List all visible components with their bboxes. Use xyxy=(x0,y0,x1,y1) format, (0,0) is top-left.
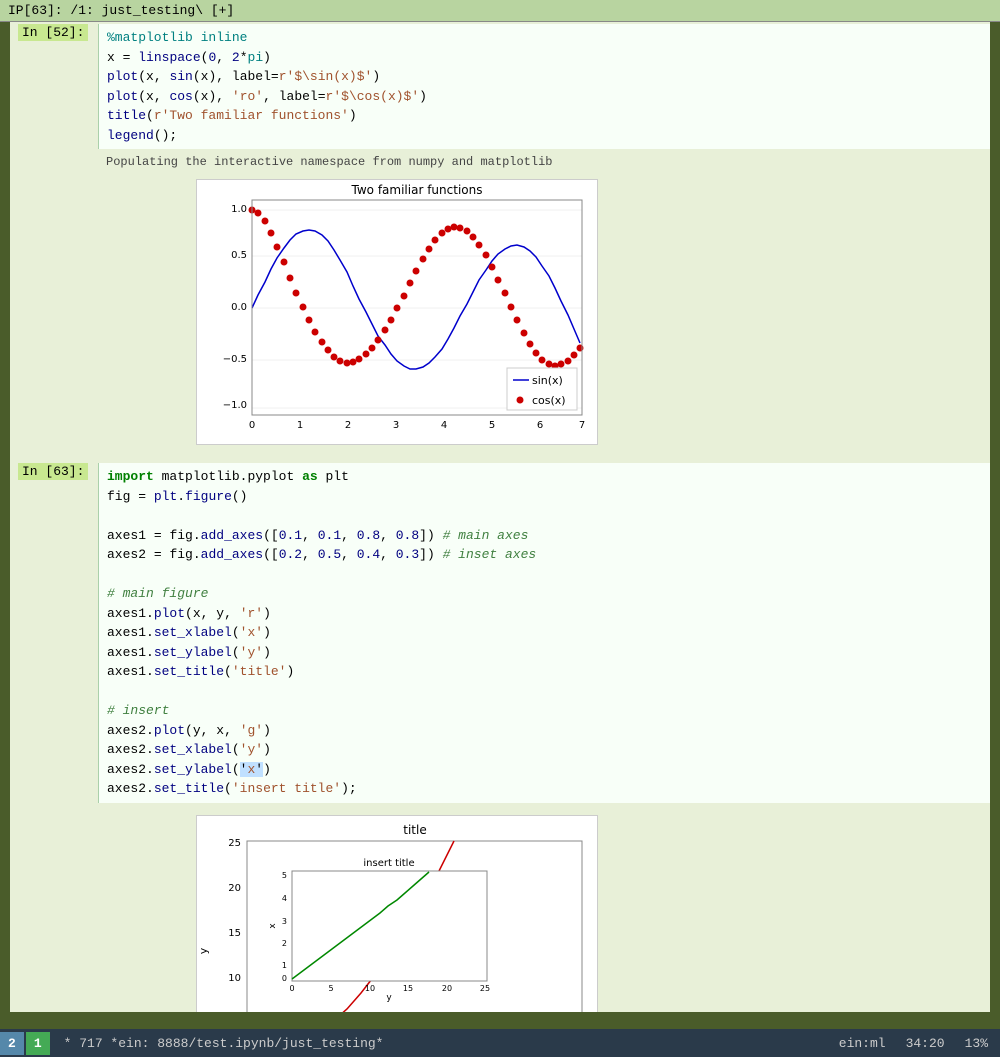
status-middle-text: * 717 *ein: 8888/test.ipynb/just_testing… xyxy=(64,1036,384,1051)
inset-y: 5 xyxy=(282,871,287,880)
code-line: # insert xyxy=(107,701,982,721)
inset-y: 3 xyxy=(282,917,287,926)
cell-52-code[interactable]: %matplotlib inline x = linspace(0, 2*pi)… xyxy=(98,24,990,149)
y-axis-label: y xyxy=(197,947,210,954)
status-middle: * 717 *ein: 8888/test.ipynb/just_testing… xyxy=(52,1036,827,1051)
code-line: %matplotlib inline xyxy=(107,28,982,48)
cell-63: In [63]: import matplotlib.pyplot as plt… xyxy=(10,461,990,1012)
code-line: legend(); xyxy=(107,126,982,146)
x-label-1: 1 xyxy=(297,420,303,431)
inset-y-label: x xyxy=(268,922,278,928)
code-line: axes2.set_xlabel('y') xyxy=(107,740,982,760)
inset-x-label: y xyxy=(386,993,392,1003)
y-label: 15 xyxy=(228,928,241,939)
code-line: # main figure xyxy=(107,584,982,604)
inset-x: 20 xyxy=(442,984,452,993)
cell-63-prompt-row: In [63]: import matplotlib.pyplot as plt… xyxy=(10,461,990,803)
code-line: import matplotlib.pyplot as plt xyxy=(107,467,982,487)
code-line: axes2.set_title('insert title'); xyxy=(107,779,982,799)
cell-52-output: Populating the interactive namespace fro… xyxy=(98,149,990,457)
notebook: In [52]: %matplotlib inline x = linspace… xyxy=(10,22,990,1012)
x-label-4: 4 xyxy=(441,420,447,431)
plot-2-title: title xyxy=(403,823,426,837)
status-bar: 2 1 * 717 *ein: 8888/test.ipynb/just_tes… xyxy=(0,1029,1000,1057)
x-label-5: 5 xyxy=(489,420,495,431)
code-line: axes2.plot(y, x, 'g') xyxy=(107,721,982,741)
code-line: axes2 = fig.add_axes([0.2, 0.5, 0.4, 0.3… xyxy=(107,545,982,565)
code-line xyxy=(107,682,982,702)
code-line: axes1 = fig.add_axes([0.1, 0.1, 0.8, 0.8… xyxy=(107,526,982,546)
status-mode: ein:ml xyxy=(839,1036,886,1051)
code-line: plot(x, sin(x), label=r'$\sin(x)$') xyxy=(107,67,982,87)
status-num-1: 2 xyxy=(0,1032,24,1055)
plot-1-container: Two familiar functions 1.0 0.5 0.0 −0.5 … xyxy=(196,179,598,445)
plot-2-container: title 25 20 15 10 5 0 0 1 2 3 4 5 xyxy=(196,815,598,1013)
title-bar: IP[63]: /1: just_testing\ [+] xyxy=(0,0,1000,22)
inset-x: 10 xyxy=(365,984,375,993)
plot-1-svg: Two familiar functions 1.0 0.5 0.0 −0.5 … xyxy=(197,180,597,440)
cell-52-prompt: In [52]: xyxy=(18,24,98,41)
status-right: ein:ml 34:20 13% xyxy=(827,1036,1000,1051)
status-percent: 13% xyxy=(965,1036,988,1051)
plot-1-title: Two familiar functions xyxy=(351,183,483,197)
code-line: x = linspace(0, 2*pi) xyxy=(107,48,982,68)
y-label-3: 0.0 xyxy=(231,302,247,313)
status-position: 34:20 xyxy=(906,1036,945,1051)
legend-sin-label: sin(x) xyxy=(532,374,563,387)
legend-cos-label: cos(x) xyxy=(532,394,566,407)
inset-y: 2 xyxy=(282,939,287,948)
cell-63-code[interactable]: import matplotlib.pyplot as plt fig = pl… xyxy=(98,463,990,803)
cell-52: In [52]: %matplotlib inline x = linspace… xyxy=(10,22,990,457)
cell-52-in-label: In [52]: xyxy=(18,24,88,41)
inset-x: 0 xyxy=(289,984,294,993)
code-line xyxy=(107,565,982,585)
title-text: IP[63]: /1: just_testing\ [+] xyxy=(8,3,234,18)
code-line: plot(x, cos(x), 'ro', label=r'$\cos(x)$'… xyxy=(107,87,982,107)
legend-cos-dot xyxy=(517,397,524,404)
inset-axes xyxy=(292,871,487,981)
y-label: 25 xyxy=(228,838,241,849)
inset-x: 5 xyxy=(328,984,333,993)
code-line: axes1.plot(x, y, 'r') xyxy=(107,604,982,624)
x-label-0: 0 xyxy=(249,420,255,431)
cell-52-prompt-row: In [52]: %matplotlib inline x = linspace… xyxy=(10,22,990,149)
code-line: axes2.set_ylabel('x') xyxy=(107,760,982,780)
x-label-7: 7 xyxy=(579,420,585,431)
cell-63-prompt: In [63]: xyxy=(18,463,98,480)
code-line: axes1.set_ylabel('y') xyxy=(107,643,982,663)
y-label-4: −0.5 xyxy=(223,354,247,365)
plot-2-svg: title 25 20 15 10 5 0 0 1 2 3 4 5 xyxy=(197,816,597,1013)
cell-63-in-label: In [63]: xyxy=(18,463,88,480)
y-label-5: −1.0 xyxy=(223,400,247,411)
y-label: 20 xyxy=(228,883,241,894)
x-label-2: 2 xyxy=(345,420,351,431)
code-line: fig = plt.figure() xyxy=(107,487,982,507)
inset-x: 25 xyxy=(480,984,490,993)
y-label-1: 1.0 xyxy=(231,204,247,215)
inset-y: 4 xyxy=(282,894,287,903)
inset-y: 0 xyxy=(282,974,287,983)
code-line: axes1.set_xlabel('x') xyxy=(107,623,982,643)
x-label-3: 3 xyxy=(393,420,399,431)
output-namespace-text: Populating the interactive namespace fro… xyxy=(106,153,982,171)
code-line: title(r'Two familiar functions') xyxy=(107,106,982,126)
inset-x: 15 xyxy=(403,984,413,993)
x-label-6: 6 xyxy=(537,420,543,431)
code-line: axes1.set_title('title') xyxy=(107,662,982,682)
status-left: 2 1 xyxy=(0,1032,52,1055)
inset-y: 1 xyxy=(282,961,287,970)
inset-title: insert title xyxy=(363,858,414,869)
status-num-2: 1 xyxy=(26,1032,50,1055)
y-label: 10 xyxy=(228,973,241,984)
y-label-2: 0.5 xyxy=(231,250,247,261)
code-line xyxy=(107,506,982,526)
cell-63-output: title 25 20 15 10 5 0 0 1 2 3 4 5 xyxy=(98,803,990,1013)
